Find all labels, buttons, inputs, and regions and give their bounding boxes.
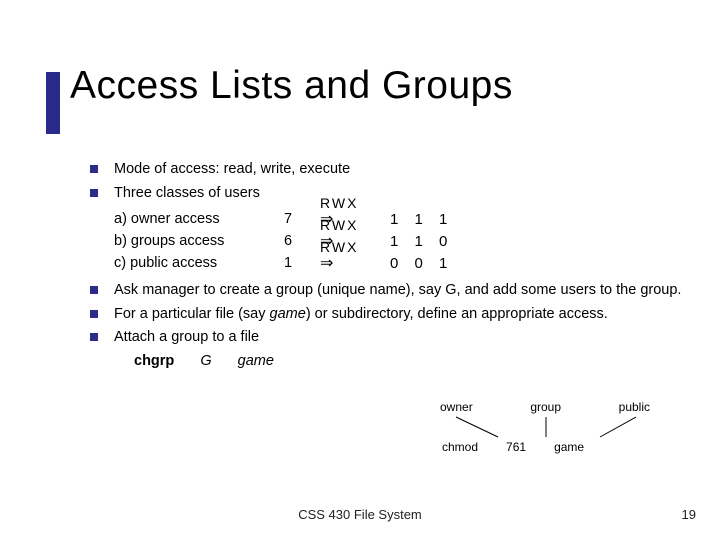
perm-owner-num: 7: [284, 210, 320, 230]
perm-row-public: c) public access 1 RWX ⇒ 0 0 1: [114, 253, 690, 275]
permissions-block: a) owner access 7 RWX ⇒ 1 1 1 b) groups …: [114, 209, 690, 275]
bullet-ask-manager: Ask manager to create a group (unique na…: [90, 281, 690, 301]
slide-title: Access Lists and Groups: [70, 64, 513, 108]
perm-public-num: 1: [284, 254, 320, 274]
accent-bar: [46, 72, 60, 134]
chgrp-command: chgrp G game: [134, 352, 690, 372]
diagram-file: game: [554, 440, 584, 454]
perm-owner-bits: 1 1 1: [390, 210, 453, 230]
footer-title: CSS 430 File System: [0, 507, 720, 522]
perm-public-label: c) public access: [114, 254, 284, 274]
cmd-group-arg: G: [200, 353, 211, 369]
cmd-chgrp: chgrp: [134, 353, 174, 369]
perm-groups-num: 6: [284, 232, 320, 252]
bullet-attach-group: Attach a group to a file: [90, 328, 690, 348]
page-number: 19: [682, 507, 696, 522]
text-post: ) or subdirectory, define an appropriate…: [306, 306, 608, 322]
bullet-mode-of-access: Mode of access: read, write, execute: [90, 160, 690, 180]
diagram-public: public: [619, 400, 650, 414]
diagram-group: group: [530, 400, 561, 414]
double-arrow-icon: ⇒: [320, 255, 333, 272]
perm-row-owner: a) owner access 7 RWX ⇒ 1 1 1: [114, 209, 690, 231]
text-game: game: [270, 306, 306, 322]
diagram-lines-icon: [438, 415, 652, 439]
slide-body: Mode of access: read, write, execute Thr…: [90, 160, 690, 371]
perm-public-bits: 0 0 1: [390, 254, 453, 274]
perm-groups-rwx: RWX: [320, 216, 358, 235]
perm-owner-rwx: RWX: [320, 194, 358, 213]
cmd-file-arg: game: [238, 353, 274, 369]
bullet-particular-file: For a particular file (say game) or subd…: [90, 305, 690, 325]
chmod-diagram: owner group public chmod 761 game: [430, 400, 670, 454]
diagram-chmod: chmod: [442, 440, 478, 454]
perm-groups-bits: 1 1 0: [390, 232, 453, 252]
bullet-three-classes: Three classes of users: [90, 184, 690, 204]
diagram-bottom-row: chmod 761 game: [442, 440, 670, 454]
perm-row-groups: b) groups access 6 RWX ⇒ 1 1 0: [114, 231, 690, 253]
perm-groups-label: b) groups access: [114, 232, 284, 252]
perm-owner-label: a) owner access: [114, 210, 284, 230]
perm-public-arrow: RWX ⇒: [320, 253, 390, 275]
text-pre: For a particular file (say: [114, 306, 270, 322]
diagram-top-row: owner group public: [440, 400, 650, 414]
diagram-owner: owner: [440, 400, 473, 414]
diagram-mode: 761: [506, 440, 526, 454]
perm-public-rwx: RWX: [320, 238, 358, 257]
